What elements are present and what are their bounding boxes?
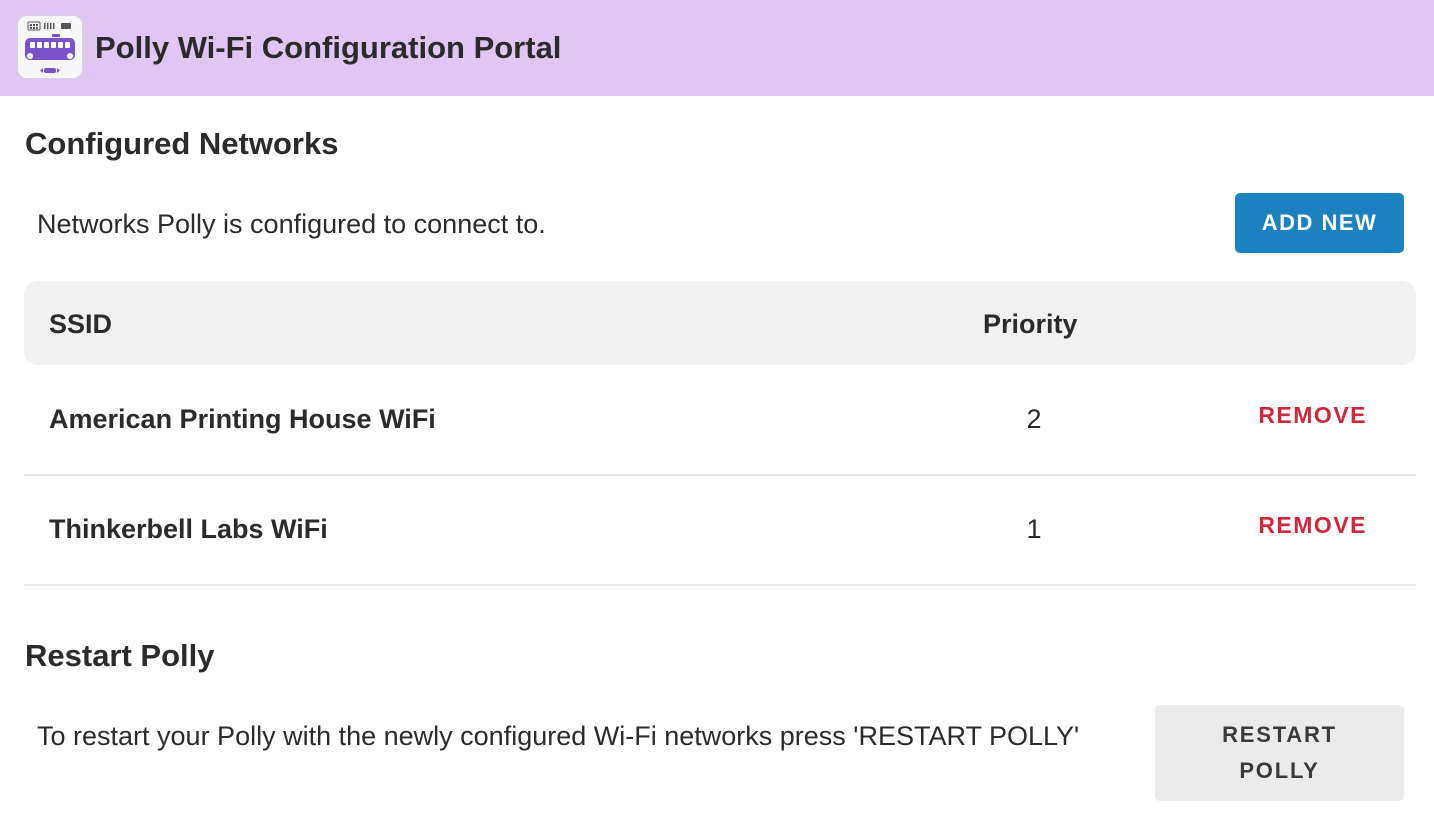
network-ssid: American Printing House WiFi: [49, 404, 436, 434]
table-row: American Printing House WiFi 2 REMOVE: [24, 366, 1416, 476]
network-priority: 1: [1026, 514, 1042, 544]
add-new-button[interactable]: ADD NEW: [1235, 193, 1404, 253]
networks-description: Networks Polly is configured to connect …: [37, 209, 546, 239]
priority-column-header: Priority: [983, 309, 1078, 339]
app-title: Polly Wi-Fi Configuration Portal: [95, 30, 562, 65]
app-header: Polly Wi-Fi Configuration Portal: [0, 0, 1434, 96]
remove-network-button[interactable]: REMOVE: [1258, 512, 1367, 539]
restart-polly-heading: Restart Polly: [25, 638, 215, 673]
table-row: Thinkerbell Labs WiFi 1 REMOVE: [24, 476, 1416, 586]
networks-table-header: SSID Priority: [24, 281, 1416, 365]
configured-networks-heading: Configured Networks: [25, 126, 339, 161]
ssid-column-header: SSID: [49, 309, 113, 339]
restart-description: To restart your Polly with the newly con…: [37, 721, 1080, 751]
network-ssid: Thinkerbell Labs WiFi: [49, 514, 328, 544]
remove-network-button[interactable]: REMOVE: [1258, 402, 1367, 429]
polly-device-icon: [18, 16, 82, 78]
restart-polly-button[interactable]: RESTART POLLY: [1155, 705, 1404, 801]
network-priority: 2: [1026, 404, 1042, 434]
